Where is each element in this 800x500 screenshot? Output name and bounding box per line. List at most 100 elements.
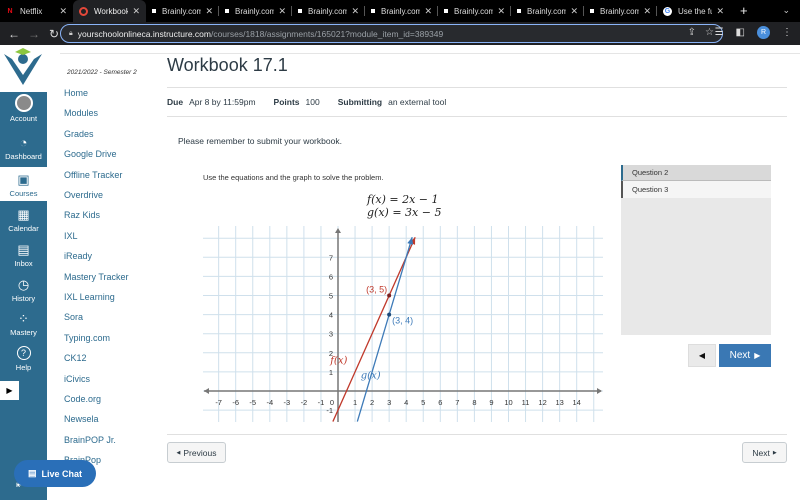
global-nav-courses[interactable]: ▣ Courses [0,167,47,201]
question-next-label: Next [729,350,751,361]
bookmark-star-icon[interactable]: ☆ [705,27,714,38]
browser-tab[interactable]: Brainly.com ✕ [511,0,584,22]
course-nav-item[interactable]: Home [64,88,88,98]
side-panel-icon[interactable]: ◧ [736,27,745,38]
close-tab-icon[interactable]: ✕ [643,6,651,17]
close-tab-icon[interactable]: ✕ [205,6,213,17]
course-nav-item[interactable]: iReady [64,251,92,261]
tab-strip: NNetflix✕Workbook 1✕Brainly.com✕Brainly.… [0,0,800,22]
browser-tab[interactable]: N Netflix ✕ [0,0,73,22]
live-chat-button[interactable]: ▤ Live Chat [14,460,96,487]
browser-tab[interactable]: Brainly.com ✕ [146,0,219,22]
browser-tab[interactable]: Brainly.com ✕ [584,0,657,22]
global-nav-history[interactable]: ◷ History [0,272,47,306]
close-tab-icon[interactable]: ✕ [570,6,578,17]
global-nav-label: History [11,294,36,303]
profile-avatar[interactable]: R [757,26,770,39]
browser-tab[interactable]: Brainly.com ✕ [438,0,511,22]
netflix-icon: N [7,7,13,15]
course-nav-item[interactable]: Grades [64,129,94,139]
browser-tab[interactable]: Brainly.com ✕ [292,0,365,22]
header-divider [60,53,800,54]
global-nav-label: Account [9,114,38,123]
browser-tab[interactable]: Workbook 1✕ [73,0,146,22]
forward-button[interactable]: → [24,27,44,41]
close-tab-icon[interactable]: ✕ [132,6,140,17]
course-nav-item[interactable]: Raz Kids [64,210,100,220]
reading-list-icon[interactable]: ☰ [715,27,724,38]
tab-title: Brainly.com [235,6,275,16]
share-icon[interactable]: ⇪ [688,27,696,38]
x-tick-label: 7 [455,398,459,407]
canvas-icon [79,6,88,16]
global-nav-mastery[interactable]: ⁘ Mastery [0,306,47,340]
close-tab-icon[interactable]: ✕ [278,6,286,17]
menu-kebab-icon[interactable]: ⋮ [782,27,792,38]
course-nav-item[interactable]: IXL Learning [64,292,115,302]
x-tick-label: -5 [249,398,256,407]
tab-title: Brainly.com [162,6,202,16]
back-button[interactable]: ← [4,27,24,41]
global-nav-dashboard[interactable]: ◔ Dashboard [0,130,47,164]
browser-tab[interactable]: G Use the fun✕ [657,0,730,22]
new-tab-button[interactable]: + [740,0,748,22]
course-nav-item[interactable]: IXL [64,231,78,241]
course-nav-item[interactable]: BrainPOP Jr. [64,435,116,445]
browser-tab[interactable]: Brainly.com ✕ [365,0,438,22]
close-tab-icon[interactable]: ✕ [59,6,67,17]
function-graph: -7 -6 -5 -4 -3 -2 -1 0 1 2 3 4 5 6 7 8 9 10 11 12 13 14-11234… [203,226,603,422]
url-path: /courses/1818/assignments/165021?module_… [210,28,444,39]
next-module-button[interactable]: Next ▶ [742,442,787,463]
divider [167,116,787,117]
course-nav-item[interactable]: Sora [64,312,83,322]
tab-title: Brainly.com [454,6,494,16]
school-logo[interactable] [0,45,47,92]
submitting-label: Submitting [337,97,383,107]
close-tab-icon[interactable]: ✕ [351,6,359,17]
close-tab-icon[interactable]: ✕ [716,6,724,17]
course-nav-item[interactable]: Mastery Tracker [64,272,129,282]
browser-tab[interactable]: Brainly.com ✕ [219,0,292,22]
course-nav-item[interactable]: Newsela [64,414,99,424]
x-tick-label: 12 [538,398,546,407]
global-nav-label: Mastery [10,328,37,337]
global-nav-label: Help [15,363,32,372]
course-nav-item[interactable]: CK12 [64,353,87,363]
y-tick-label: -1 [326,406,333,415]
question-item-2[interactable]: Question 2 [621,165,771,181]
inbox-icon: ▤ [17,242,30,257]
triangle-right-icon: ▶ [754,351,761,360]
close-tab-icon[interactable]: ✕ [424,6,432,17]
account-icon [14,94,33,112]
course-nav-item[interactable]: Google Drive [64,149,117,159]
address-bar[interactable]: 🔒︎ yourschoolonlineca.instructure.com/co… [60,24,723,43]
x-tick-label: 8 [472,398,476,407]
question-previous-button[interactable]: ◀ [688,344,716,367]
x-tick-label: 3 [387,398,391,407]
data-point [387,312,392,317]
global-nav-help[interactable]: ? Help [0,341,47,375]
global-nav-inbox[interactable]: ▤ Inbox [0,237,47,271]
course-nav-item[interactable]: Typing.com [64,333,110,343]
question-next-button[interactable]: Next ▶ [719,344,771,367]
question-item-3[interactable]: Question 3 [621,181,771,198]
course-nav-item[interactable]: Code.org [64,394,101,404]
x-tick-label: 11 [522,398,530,407]
series-line-fx [332,236,416,422]
course-nav-item[interactable]: Offline Tracker [64,170,122,180]
global-nav-calendar[interactable]: ▦ Calendar [0,202,47,236]
x-tick-label: -7 [215,398,222,407]
x-tick-label: 5 [421,398,425,407]
course-nav-item[interactable]: Overdrive [64,190,103,200]
course-nav-item[interactable]: iCivics [64,374,90,384]
tab-search-icon[interactable]: ⌄ [782,5,790,16]
course-nav-item[interactable]: Modules [64,108,98,118]
tab-title: Brainly.com [381,6,421,16]
points-value: 100 [305,97,320,107]
previous-module-button[interactable]: ◀ Previous [167,442,226,463]
close-tab-icon[interactable]: ✕ [497,6,505,17]
data-point [387,293,392,298]
global-nav-account[interactable]: Account [0,92,47,126]
expand-course-nav-button[interactable]: ▶ [0,381,19,400]
next-label: Next [752,447,770,458]
